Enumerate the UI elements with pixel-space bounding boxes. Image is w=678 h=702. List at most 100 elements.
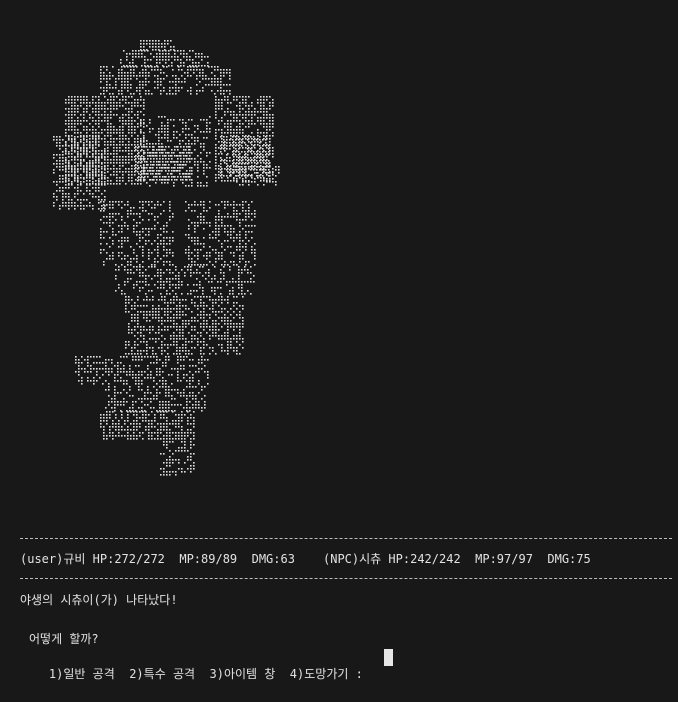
art-dot bbox=[199, 287, 201, 289]
art-dot bbox=[251, 138, 253, 140]
art-dot bbox=[178, 81, 180, 83]
art-dot bbox=[95, 123, 97, 125]
art-dot bbox=[149, 320, 151, 322]
art-dot bbox=[153, 146, 155, 148]
art-dot bbox=[133, 72, 135, 74]
art-dot bbox=[109, 255, 111, 257]
art-dot bbox=[244, 157, 246, 159]
art-dot bbox=[158, 43, 160, 45]
art-dot bbox=[145, 72, 147, 74]
art-dot bbox=[272, 105, 274, 107]
art-dot bbox=[183, 389, 185, 391]
art-dot bbox=[236, 335, 238, 337]
art-dot bbox=[144, 152, 146, 154]
art-dot bbox=[53, 154, 55, 156]
menu-option-escape[interactable]: 4)도망가기 : bbox=[290, 667, 363, 681]
art-dot bbox=[62, 145, 64, 147]
art-dot bbox=[138, 383, 140, 385]
art-dot bbox=[108, 386, 110, 388]
art-dot bbox=[227, 344, 229, 346]
art-dot bbox=[176, 350, 178, 352]
art-dot bbox=[114, 410, 116, 412]
art-dot bbox=[207, 377, 209, 379]
art-dot bbox=[133, 228, 135, 230]
art-dot bbox=[106, 69, 108, 71]
art-dot bbox=[86, 172, 88, 174]
art-dot bbox=[86, 139, 88, 141]
art-dot bbox=[146, 161, 148, 163]
art-dot bbox=[80, 190, 82, 192]
art-dot bbox=[230, 204, 232, 206]
art-dot bbox=[122, 114, 124, 116]
art-dot bbox=[203, 246, 205, 248]
art-dot bbox=[201, 356, 203, 358]
input-cursor[interactable] bbox=[384, 649, 393, 666]
art-dot bbox=[244, 281, 246, 283]
art-dot bbox=[80, 102, 82, 104]
art-dot bbox=[156, 59, 158, 61]
art-dot bbox=[215, 99, 217, 101]
art-dot bbox=[134, 314, 136, 316]
art-dot bbox=[204, 395, 206, 397]
art-dot bbox=[263, 108, 265, 110]
art-dot bbox=[148, 66, 150, 68]
art-dot bbox=[230, 126, 232, 128]
art-dot bbox=[148, 266, 150, 268]
art-dot bbox=[174, 50, 176, 52]
art-dot bbox=[172, 87, 174, 89]
art-dot bbox=[208, 281, 210, 283]
art-dot bbox=[204, 65, 206, 67]
art-dot bbox=[113, 165, 115, 167]
art-dot bbox=[187, 432, 189, 434]
art-dot bbox=[133, 438, 135, 440]
art-dot bbox=[145, 414, 147, 416]
art-dot bbox=[260, 120, 262, 122]
art-dot bbox=[98, 175, 100, 177]
art-dot bbox=[144, 356, 146, 358]
art-dot bbox=[230, 234, 232, 236]
art-dot bbox=[140, 341, 142, 343]
art-dot bbox=[116, 144, 118, 146]
art-dot bbox=[110, 102, 112, 104]
menu-option-special[interactable]: 2)특수 공격 bbox=[129, 667, 195, 681]
art-dot bbox=[182, 305, 184, 307]
art-dot bbox=[173, 323, 175, 325]
art-dot bbox=[266, 108, 268, 110]
art-dot bbox=[201, 53, 203, 55]
art-dot bbox=[207, 383, 209, 385]
menu-option-attack[interactable]: 1)일반 공격 bbox=[49, 667, 115, 681]
art-dot bbox=[128, 123, 130, 125]
art-dot bbox=[59, 205, 61, 207]
art-dot bbox=[95, 157, 97, 159]
art-dot bbox=[109, 426, 111, 428]
art-dot bbox=[68, 153, 70, 155]
art-dot bbox=[221, 216, 223, 218]
art-dot bbox=[227, 120, 229, 122]
art-dot bbox=[107, 168, 109, 170]
art-dot bbox=[206, 252, 208, 254]
art-dot bbox=[89, 151, 91, 153]
art-dot bbox=[95, 139, 97, 141]
art-dot bbox=[239, 96, 241, 98]
art-dot bbox=[130, 272, 132, 274]
art-dot bbox=[120, 401, 122, 403]
art-dot bbox=[260, 105, 262, 107]
art-dot bbox=[159, 170, 161, 172]
art-dot bbox=[123, 368, 125, 370]
art-dot bbox=[112, 207, 114, 209]
menu-option-item[interactable]: 3)아이템 창 bbox=[210, 667, 276, 681]
art-dot bbox=[101, 120, 103, 122]
art-dot bbox=[233, 156, 235, 158]
art-dot bbox=[185, 234, 187, 236]
art-dot bbox=[197, 137, 199, 139]
art-dot bbox=[250, 160, 252, 162]
art-dot bbox=[214, 81, 216, 83]
art-dot bbox=[176, 344, 178, 346]
art-dot bbox=[108, 383, 110, 385]
art-dot bbox=[169, 240, 171, 242]
art-dot bbox=[220, 87, 222, 89]
art-dot bbox=[77, 181, 79, 183]
art-dot bbox=[78, 380, 80, 382]
art-dot bbox=[103, 66, 105, 68]
art-dot bbox=[125, 96, 127, 98]
